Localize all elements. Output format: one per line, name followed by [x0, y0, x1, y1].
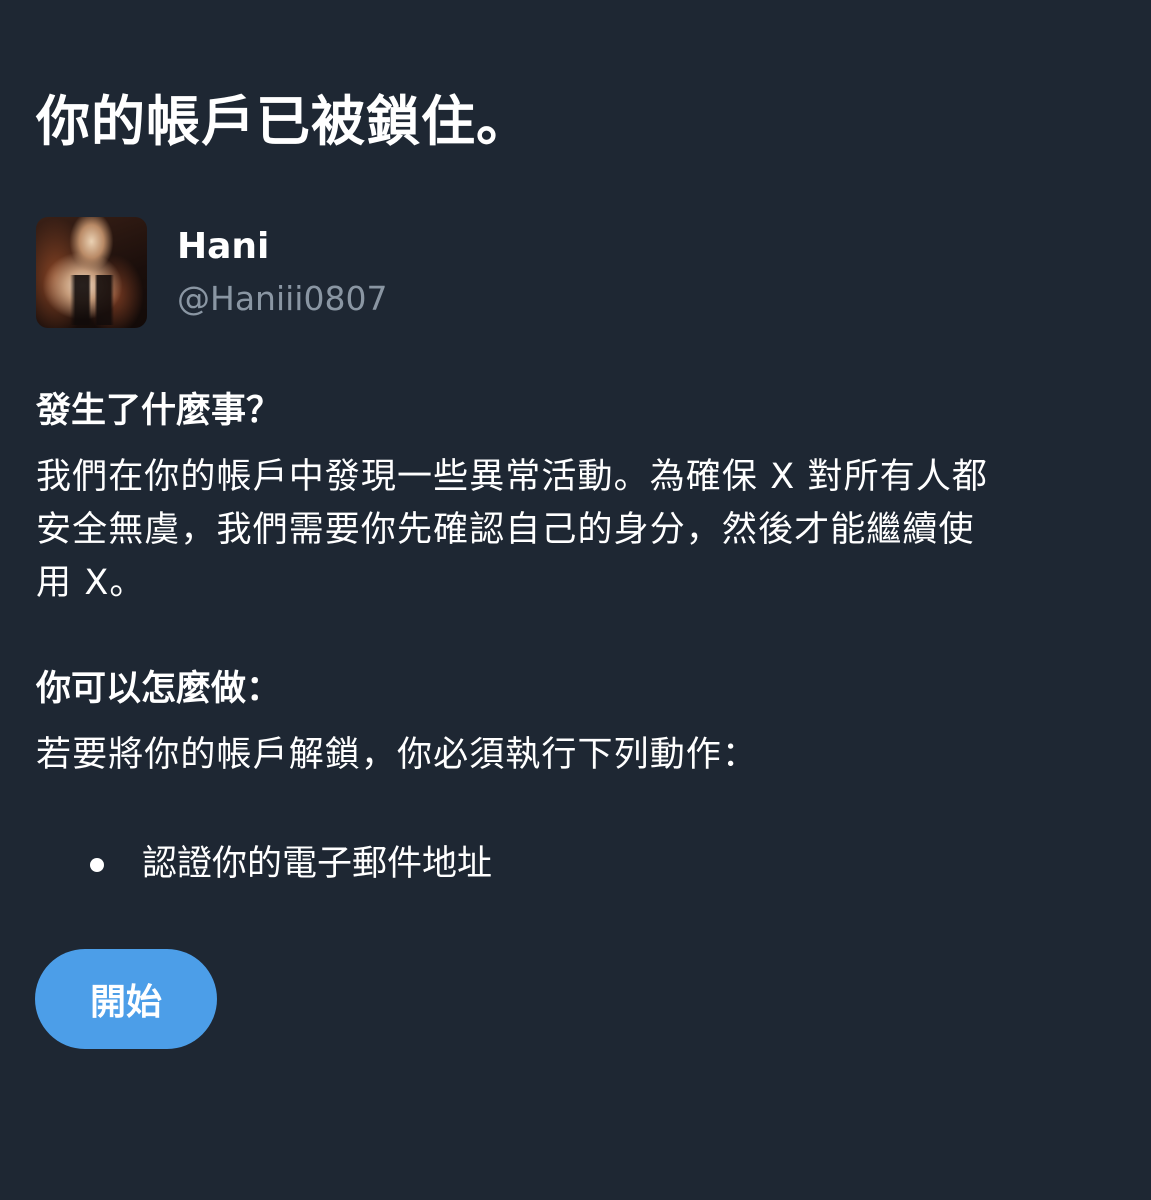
account-handle: @Haniii0807: [177, 278, 388, 318]
what-to-do-heading: 你可以怎麼做：: [36, 669, 282, 709]
what-happened-line: 用 X。: [36, 563, 146, 603]
what-happened-heading: 發生了什麼事？: [36, 391, 282, 431]
account-card: Hani @Haniii0807: [36, 217, 387, 328]
step-label: 認證你的電子郵件地址: [142, 844, 493, 884]
locked-account-page: 你的帳戶已被鎖住。 Hani @Haniii0807 發生了什麼事？ 我們在你的…: [0, 0, 1151, 1200]
bullet-icon: [90, 857, 104, 872]
account-identity: Hani @Haniii0807: [177, 224, 387, 322]
required-steps-list: 認證你的電子郵件地址: [90, 838, 492, 891]
page-title: 你的帳戶已被鎖住。: [36, 90, 531, 153]
what-happened-line: 我們在你的帳戶中發現一些異常活動。為確保 X 對所有人都: [36, 457, 989, 497]
avatar: [36, 217, 147, 328]
what-happened-text: 我們在你的帳戶中發現一些異常活動。為確保 X 對所有人都 安全無虞，我們需要你先…: [36, 451, 1116, 610]
what-happened-line: 安全無虞，我們需要你先確認自己的身分，然後才能繼續使: [36, 510, 975, 550]
what-to-do-intro: 若要將你的帳戶解鎖，你必須執行下列動作：: [36, 735, 759, 775]
display-name: Hani: [177, 225, 270, 267]
avatar-photo-detail: [70, 275, 114, 325]
start-button[interactable]: 開始: [35, 949, 217, 1049]
list-item: 認證你的電子郵件地址: [90, 838, 492, 891]
